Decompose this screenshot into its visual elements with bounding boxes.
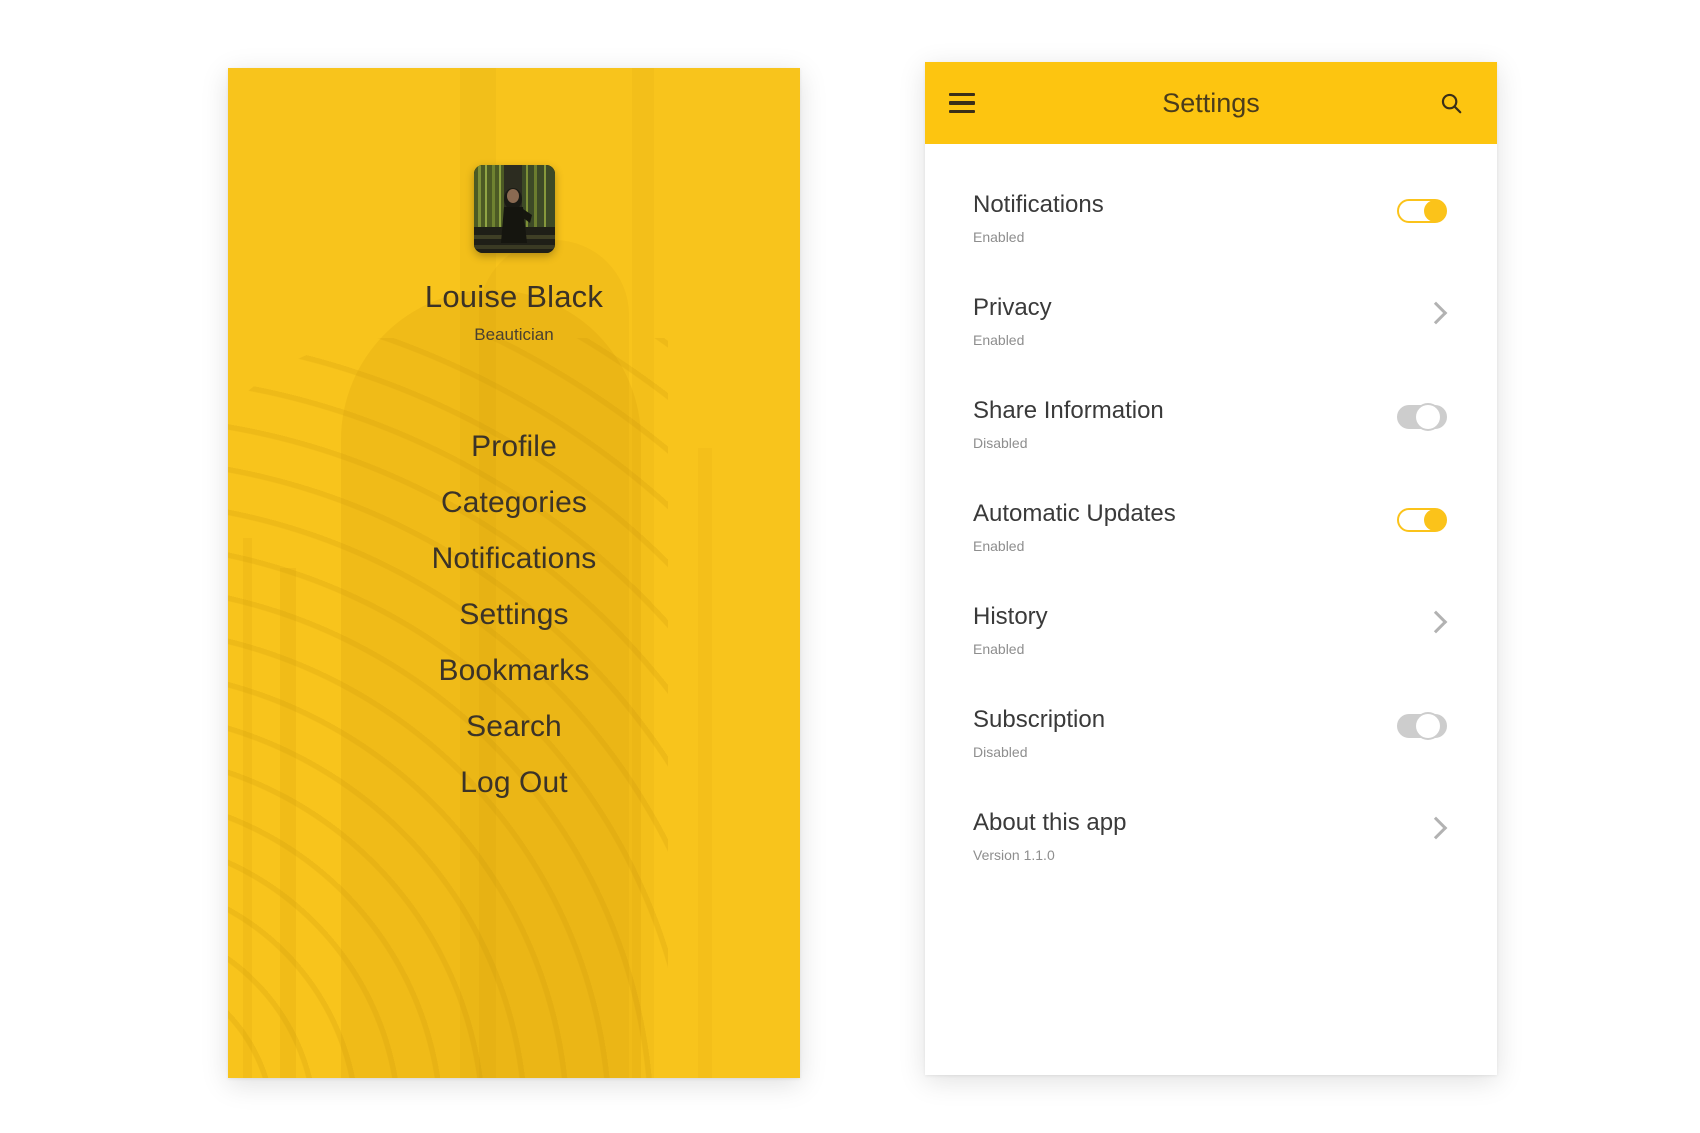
menu-item-profile[interactable]: Profile [451,419,577,475]
setting-label: Privacy [973,294,1052,321]
setting-label: Subscription [973,706,1106,733]
menu-item-search[interactable]: Search [446,699,582,755]
setting-status-text: Disabled [973,435,1028,452]
settings-list: Notifications Enabled Privacy Enabled Sh… [925,144,1497,913]
chevron-right-icon[interactable] [1428,817,1441,839]
setting-row-share-information[interactable]: Share Information Disabled [925,397,1497,501]
chevron-right-icon[interactable] [1428,302,1441,324]
settings-screen-panel: Settings Notifications Enabled Privacy E… [925,62,1497,1075]
setting-texts: About this app Version 1.1.0 [973,809,1391,864]
setting-label: Share Information [973,397,1164,424]
setting-row-subscription[interactable]: Subscription Disabled [925,706,1497,810]
navigation-drawer-panel: Louise Black Beautician Profile Categori… [228,68,800,1078]
setting-row-history[interactable]: History Enabled [925,603,1497,707]
user-photo-avatar-icon [473,165,555,253]
hamburger-bar-2 [949,101,975,105]
setting-row-automatic-updates[interactable]: Automatic Updates Enabled [925,500,1497,604]
toggle-knob [1416,714,1440,738]
setting-texts: Privacy Enabled [973,294,1391,349]
menu-item-notifications[interactable]: Notifications [412,531,617,587]
setting-version-text: Version 1.1.0 [973,847,1055,864]
toggle-subscription[interactable] [1397,714,1447,738]
drawer-content: Louise Black Beautician Profile Categori… [228,68,800,1078]
setting-status-text: Enabled [973,332,1025,349]
setting-control [1391,295,1447,324]
setting-texts: Share Information Disabled [973,397,1391,452]
hamburger-bar-1 [949,92,975,97]
settings-appbar: Settings [925,62,1497,144]
setting-control [1391,398,1447,429]
search-icon-glyph [1441,93,1461,113]
toggle-share-information[interactable] [1397,405,1447,429]
setting-control [1391,501,1447,532]
page-title: Settings [1162,87,1260,118]
setting-row-privacy[interactable]: Privacy Enabled [925,294,1497,398]
drawer-menu: Profile Categories Notifications Setting… [228,419,800,811]
menu-item-settings[interactable]: Settings [439,587,588,643]
toggle-automatic-updates[interactable] [1397,508,1447,532]
menu-item-categories[interactable]: Categories [421,475,607,531]
toggle-notifications[interactable] [1397,199,1447,223]
setting-label: About this app [973,809,1127,836]
toggle-knob [1424,509,1446,531]
setting-row-notifications[interactable]: Notifications Enabled [925,191,1497,295]
chevron-right-icon[interactable] [1428,611,1441,633]
menu-item-log-out[interactable]: Log Out [440,755,587,811]
setting-texts: History Enabled [973,603,1391,658]
toggle-knob [1424,200,1446,222]
setting-row-about-this-app[interactable]: About this app Version 1.1.0 [925,809,1497,913]
setting-control [1391,707,1447,738]
hamburger-icon[interactable] [949,83,989,123]
screenshot-canvas: Louise Black Beautician Profile Categori… [0,0,1700,1133]
setting-status-text: Enabled [973,641,1025,658]
setting-texts: Notifications Enabled [973,191,1391,246]
toggle-knob [1416,405,1440,429]
setting-label: Notifications [973,191,1104,218]
profile-name: Louise Black [424,279,604,314]
hamburger-bar-3 [949,109,975,114]
setting-control [1391,810,1447,839]
profile-role: Beautician [474,325,554,344]
setting-label: Automatic Updates [973,500,1176,527]
setting-label: History [973,603,1048,630]
avatar[interactable] [473,165,555,253]
setting-status-text: Enabled [973,229,1025,246]
setting-control [1391,604,1447,633]
setting-status-text: Disabled [973,744,1028,761]
menu-item-bookmarks[interactable]: Bookmarks [419,643,610,699]
setting-texts: Subscription Disabled [973,706,1391,761]
search-icon[interactable] [1431,83,1471,123]
setting-texts: Automatic Updates Enabled [973,500,1391,555]
setting-status-text: Enabled [973,538,1025,555]
setting-control [1391,192,1447,223]
